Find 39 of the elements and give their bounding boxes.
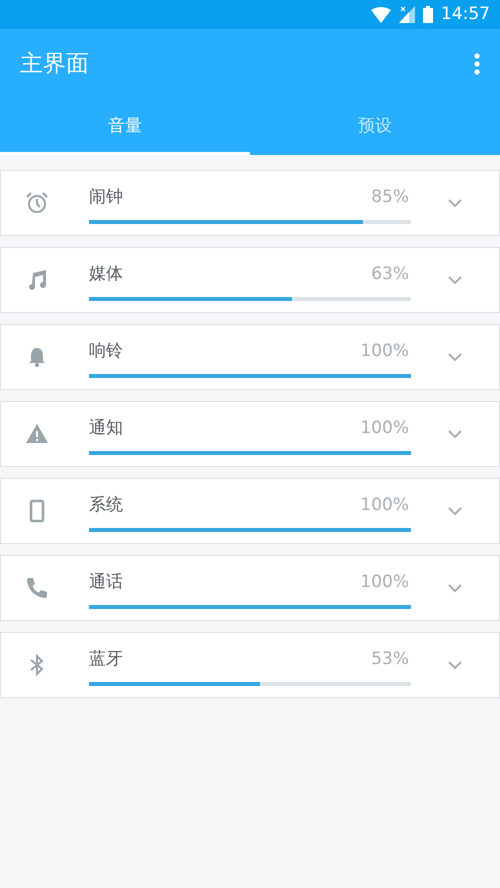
battery-icon (423, 6, 433, 23)
tab[interactable]: 预设 (250, 99, 500, 155)
channel-name: 闹钟 (89, 186, 123, 209)
app-title: 主界面 (20, 50, 89, 79)
channel-name: 蓝牙 (89, 648, 123, 671)
volume-percent: 100% (360, 494, 410, 517)
volume-slider[interactable] (89, 604, 411, 608)
volume-slider[interactable] (89, 296, 292, 300)
more-icon[interactable] (474, 53, 480, 75)
volume-slider[interactable] (89, 450, 411, 454)
signal-icon (399, 6, 415, 23)
volume-slider[interactable] (89, 682, 260, 686)
volume-percent: 100% (360, 340, 410, 363)
tab[interactable]: 音量 (0, 99, 250, 155)
volume-percent: 53% (371, 648, 410, 671)
phone-icon (25, 576, 49, 600)
channel-name: 通话 (89, 571, 123, 594)
volume-percent: 100% (360, 417, 410, 440)
channel-name: 通知 (89, 417, 123, 440)
status-time: 14:57 (441, 2, 490, 26)
volume-percent: 100% (360, 571, 410, 594)
volume-slider[interactable] (89, 528, 411, 532)
volume-percent: 63% (371, 263, 410, 286)
volume-slider[interactable] (89, 374, 411, 378)
chevron-down-icon[interactable] (448, 276, 462, 284)
chevron-down-icon[interactable] (448, 506, 462, 516)
chevron-down-icon[interactable] (448, 198, 462, 208)
chevron-down-icon[interactable] (448, 430, 462, 438)
chevron-down-icon[interactable] (448, 352, 462, 362)
chevron-down-icon[interactable] (448, 660, 462, 670)
channel-name: 响铃 (89, 340, 123, 363)
volume-slider[interactable] (89, 220, 363, 224)
wifi-icon (371, 6, 391, 22)
alarm-clock-icon (25, 191, 49, 215)
chevron-down-icon[interactable] (448, 584, 462, 592)
volume-percent: 85% (371, 186, 410, 209)
warning-icon (25, 422, 49, 446)
channel-name: 媒体 (89, 263, 123, 286)
channel-name: 系统 (89, 494, 123, 517)
